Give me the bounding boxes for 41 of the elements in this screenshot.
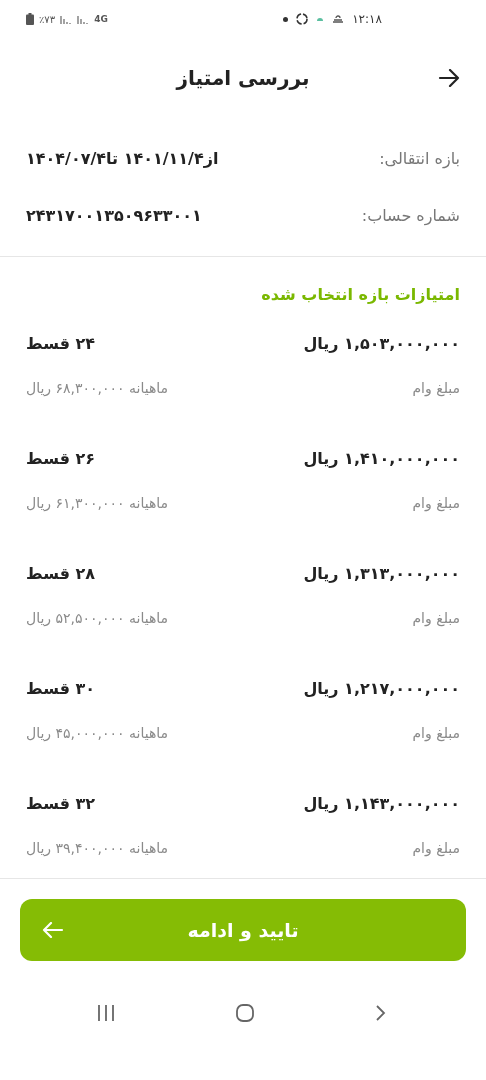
monthly-payment: ماهیانه ۶۱,۳۰۰,۰۰۰ ریال	[26, 495, 169, 511]
sync-icon	[295, 12, 310, 26]
info-label: شماره حساب:	[361, 206, 460, 225]
monthly-payment: ماهیانه ۶۸,۳۰۰,۰۰۰ ریال	[26, 380, 169, 396]
loan-amount: ۱,۵۰۳,۰۰۰,۰۰۰ ریال	[303, 333, 460, 353]
recent-apps-icon[interactable]	[96, 1004, 116, 1022]
status-time: ۱۲:۱۸	[352, 12, 382, 26]
signal-icon	[77, 14, 90, 24]
battery-level: ٪۷۳	[39, 13, 56, 25]
installment-count: ۲۶ قسط	[26, 448, 95, 468]
section-title: امتیازات بازه انتخاب شده	[260, 284, 461, 304]
info-label: بازه انتقالی:	[379, 149, 460, 168]
info-value: ۲۴۳۱۷۰۰۱۳۵۰۹۶۳۳۰۰۱	[26, 206, 202, 225]
page-title: بررسی امتیاز	[176, 66, 310, 90]
signal-icon	[60, 14, 73, 24]
info-value: از۱۴۰۱/۱۱/۴ تا۱۴۰۴/۰۷/۴	[26, 149, 219, 168]
loan-amount: ۱,۱۴۳,۰۰۰,۰۰۰ ریال	[303, 793, 460, 813]
loan-label: مبلغ وام	[412, 725, 460, 741]
loan-amount: ۱,۳۱۳,۰۰۰,۰۰۰ ریال	[303, 563, 460, 583]
installment-count: ۳۲ قسط	[26, 793, 95, 813]
loan-label: مبلغ وام	[412, 610, 460, 626]
weather-icon	[331, 14, 346, 24]
loan-label: مبلغ وام	[412, 495, 460, 511]
back-arrow-icon[interactable]	[438, 69, 460, 87]
arrow-left-icon	[42, 922, 64, 938]
monthly-payment: ماهیانه ۴۵,۰۰۰,۰۰۰ ریال	[26, 725, 169, 741]
installment-count: ۲۸ قسط	[26, 563, 95, 583]
network-type: 4G	[94, 14, 108, 24]
loan-label: مبلغ وام	[412, 380, 460, 396]
loan-amount: ۱,۲۱۷,۰۰۰,۰۰۰ ریال	[303, 678, 460, 698]
dot-icon	[283, 16, 289, 22]
battery-icon	[26, 13, 34, 25]
installment-count: ۲۴ قسط	[26, 333, 95, 353]
loan-label: مبلغ وام	[412, 840, 460, 856]
monthly-payment: ماهیانه ۵۲,۵۰۰,۰۰۰ ریال	[26, 610, 169, 626]
home-icon[interactable]	[235, 1003, 255, 1023]
confirm-button[interactable]: تایید و ادامه	[20, 899, 466, 961]
loan-amount: ۱,۴۱۰,۰۰۰,۰۰۰ ریال	[303, 448, 460, 468]
back-nav-icon[interactable]	[374, 1004, 386, 1022]
monthly-payment: ماهیانه ۳۹,۴۰۰,۰۰۰ ریال	[26, 840, 169, 856]
installment-count: ۳۰ قسط	[26, 678, 95, 698]
